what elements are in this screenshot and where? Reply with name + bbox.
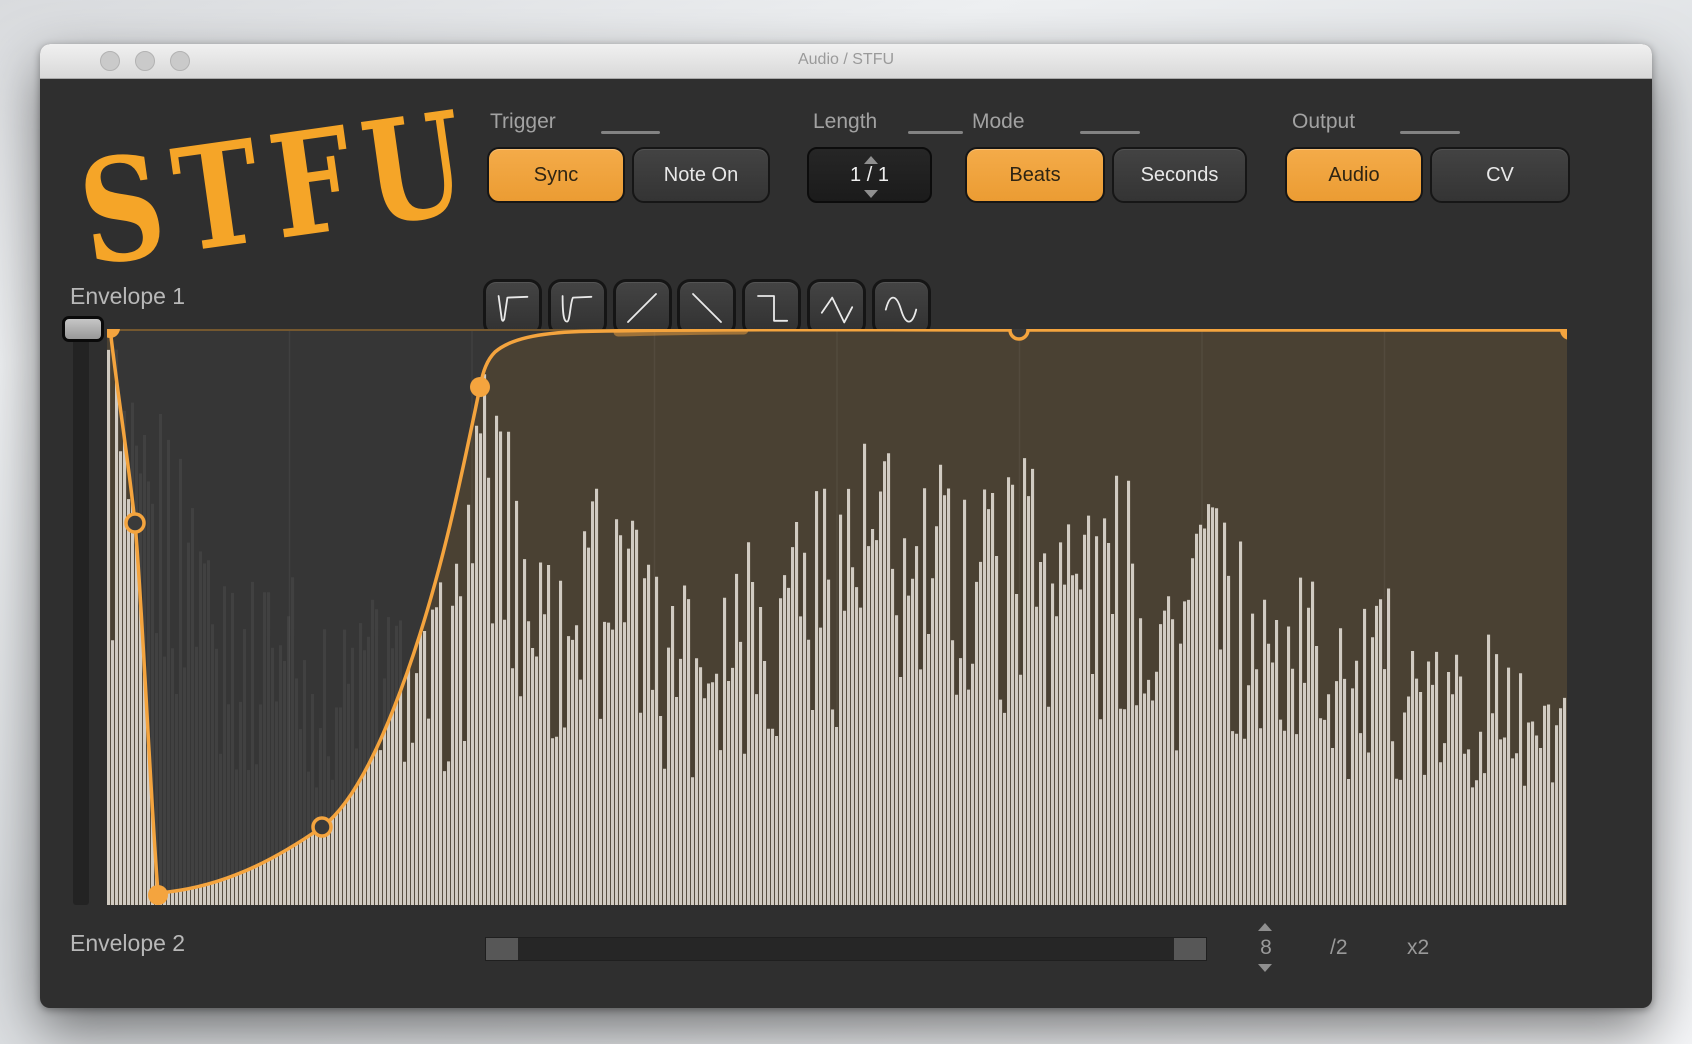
preset-dip-smooth-button[interactable] — [548, 279, 607, 336]
plugin-window: Audio / STFU STFU Trigger Length Mode Ou… — [40, 44, 1652, 1008]
output-label: Output — [1292, 110, 1355, 134]
envelope-point-filled[interactable] — [148, 885, 168, 905]
preset-dip-sharp-button[interactable] — [483, 279, 542, 336]
sine-icon — [881, 288, 921, 328]
preset-triangle-button[interactable] — [807, 279, 866, 336]
preset-ramp-up-button[interactable] — [613, 279, 672, 336]
ramp-up-icon — [622, 288, 662, 328]
length-underline — [908, 131, 963, 134]
scrollbar-left-grip[interactable] — [486, 938, 518, 960]
divisions-value[interactable]: 8 — [1258, 936, 1274, 960]
stfu-logo: STFU — [72, 91, 485, 287]
envelope-point-filled[interactable] — [470, 377, 490, 397]
length-value: 1 / 1 — [850, 164, 889, 187]
trigger-underline — [601, 131, 660, 134]
step-down-icon — [752, 288, 792, 328]
preset-ramp-down-button[interactable] — [677, 279, 736, 336]
titlebar: Audio / STFU — [40, 44, 1652, 79]
length-decrement-icon[interactable] — [864, 190, 878, 198]
length-label: Length — [813, 110, 877, 134]
mode-underline — [1080, 131, 1140, 134]
trigger-label: Trigger — [490, 110, 556, 134]
output-underline — [1400, 131, 1460, 134]
envelope-point-hollow[interactable] — [126, 514, 144, 532]
window-title: Audio / STFU — [40, 51, 1652, 69]
divisions-increment-icon[interactable] — [1258, 923, 1272, 931]
trigger-noteon-button[interactable]: Note On — [632, 147, 770, 203]
dip-sharp-icon — [493, 288, 533, 328]
triangle-icon — [817, 288, 857, 328]
divisions-decrement-icon[interactable] — [1258, 964, 1272, 972]
mode-label: Mode — [972, 110, 1025, 134]
envelope1-label: Envelope 1 — [70, 283, 185, 310]
preset-step-down-button[interactable] — [742, 279, 801, 336]
mode-seconds-button[interactable]: Seconds — [1112, 147, 1247, 203]
mode-beats-button[interactable]: Beats — [965, 147, 1105, 203]
ramp-down-icon — [687, 288, 727, 328]
depth-slider-track[interactable] — [73, 330, 89, 905]
trigger-sync-button[interactable]: Sync — [487, 147, 625, 203]
envelope-point-hollow[interactable] — [1010, 329, 1028, 339]
divide-by-2-button[interactable]: /2 — [1330, 936, 1348, 960]
scrollbar-right-grip[interactable] — [1174, 938, 1206, 960]
envelope-editor[interactable] — [107, 329, 1567, 905]
output-audio-button[interactable]: Audio — [1285, 147, 1423, 203]
preset-sine-button[interactable] — [872, 279, 931, 336]
depth-slider-thumb[interactable] — [62, 316, 104, 342]
length-value-box[interactable]: 1 / 1 — [807, 147, 932, 203]
output-cv-button[interactable]: CV — [1430, 147, 1570, 203]
dip-smooth-icon — [557, 288, 597, 328]
timeline-scrollbar[interactable] — [485, 937, 1207, 961]
envelope2-label: Envelope 2 — [70, 930, 185, 957]
envelope-point-hollow[interactable] — [313, 818, 331, 836]
length-increment-icon[interactable] — [864, 156, 878, 164]
multiply-by-2-button[interactable]: x2 — [1407, 936, 1429, 960]
